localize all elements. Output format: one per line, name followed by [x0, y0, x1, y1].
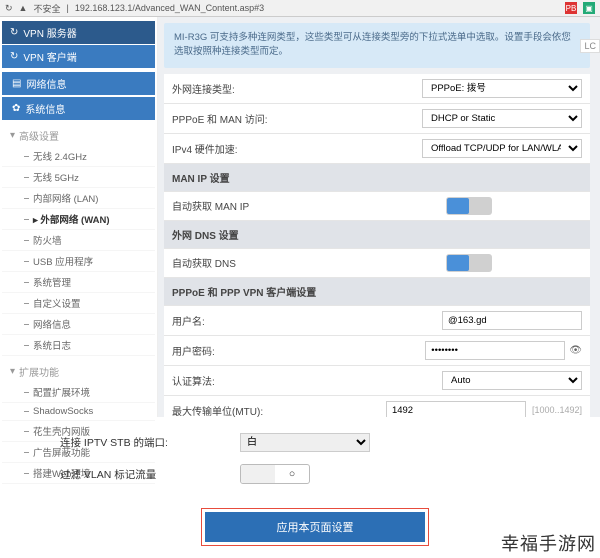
chevron-down-icon: ▾ — [10, 366, 15, 377]
content-panel: LC MI-R3G 可支持多种连网类型，这些类型可从连接类型旁的下拉式选单中选取… — [158, 17, 600, 417]
dash-icon — [24, 452, 29, 453]
row-auth: 认证算法: Auto — [164, 366, 590, 396]
chevron-down-icon: ▾ — [10, 130, 15, 141]
dash-icon — [24, 431, 29, 432]
select-ipv4[interactable]: Offload TCP/UDP for LAN/WLAN — [422, 139, 582, 158]
dash-icon — [24, 324, 29, 325]
dash-icon — [24, 219, 29, 220]
label-auto-man: 自动获取 MAN IP — [172, 198, 332, 213]
header-dns: 外网 DNS 设置 — [164, 221, 590, 249]
row-auto-dns: 自动获取 DNS — [164, 249, 590, 278]
ext-item-1[interactable]: ShadowSocks — [2, 403, 155, 421]
eye-icon[interactable]: 👁 — [569, 345, 582, 356]
sidebar-item-8[interactable]: 网络信息 — [2, 314, 155, 335]
label-auto-dns: 自动获取 DNS — [172, 255, 332, 270]
gear-icon: ✿ — [12, 103, 20, 114]
senior-items: 无线 2.4GHz无线 5GHz内部网络 (LAN)▸ 外部网络 (WAN)防火… — [0, 146, 157, 356]
row-pppoe-man: PPPoE 和 MAN 访问: DHCP or Static — [164, 104, 590, 134]
refresh-icon[interactable]: ↻ — [5, 3, 13, 14]
row-ipv4: IPv4 硬件加速: Offload TCP/UDP for LAN/WLAN — [164, 134, 590, 164]
arrow-icon: ↻ — [10, 27, 18, 38]
row-conn-type: 外网连接类型: PPPoE: 拨号 — [164, 74, 590, 104]
sidebar-item-0[interactable]: 无线 2.4GHz — [2, 146, 155, 167]
label-pppoe-man: PPPoE 和 MAN 访问: — [172, 111, 332, 126]
toggle-auto-man[interactable] — [446, 197, 492, 215]
sidebar-item-2[interactable]: 内部网络 (LAN) — [2, 188, 155, 209]
sidebar-item-5[interactable]: USB 应用程序 — [2, 251, 155, 272]
sidebar: ↻VPN 服务器 ↻VPN 客户端 ▤网络信息 ✿系统信息 ▾高级设置 无线 2… — [0, 17, 158, 417]
apply-button[interactable]: 应用本页面设置 — [205, 512, 425, 542]
header-man-ip: MAN IP 设置 — [164, 164, 590, 192]
dash-icon — [24, 261, 29, 262]
sidebar-item-4[interactable]: 防火墙 — [2, 230, 155, 251]
sidebar-item-6[interactable]: 系统管理 — [2, 272, 155, 293]
label-mtu: 最大传输单位(MTU): — [172, 403, 332, 418]
row-auto-man: 自动获取 MAN IP — [164, 192, 590, 221]
vpn-client-tab[interactable]: ↻VPN 客户端 — [2, 45, 155, 68]
vpn-server-tab[interactable]: ↻VPN 服务器 — [2, 21, 155, 44]
hint-mtu: [1000..1492] — [532, 405, 582, 415]
row-username: 用户名: — [164, 306, 590, 336]
dash-icon — [24, 240, 29, 241]
input-username[interactable] — [442, 311, 582, 330]
nav-sys[interactable]: ✿系统信息 — [2, 97, 155, 120]
label-auth: 认证算法: — [172, 373, 332, 388]
label-iptv: 连接 IPTV STB 的端口: — [60, 435, 240, 450]
select-pppoe-man[interactable]: DHCP or Static — [422, 109, 582, 128]
ext-icon-2[interactable]: ▣ — [583, 2, 595, 14]
dash-icon — [24, 177, 29, 178]
section-senior: ▾高级设置 — [0, 123, 157, 146]
nav-net[interactable]: ▤网络信息 — [2, 72, 155, 95]
sidebar-item-1[interactable]: 无线 5GHz — [2, 167, 155, 188]
sidebar-item-7[interactable]: 自定义设置 — [2, 293, 155, 314]
info-banner: MI-R3G 可支持多种连网类型，这些类型可从连接类型旁的下拉式选单中选取。设置… — [164, 23, 590, 68]
select-auth[interactable]: Auto — [442, 371, 582, 390]
arrow-icon: ↻ — [10, 51, 18, 62]
section-ext: ▾扩展功能 — [0, 359, 157, 382]
label-pass: 用户密码: — [172, 343, 332, 358]
dash-icon — [24, 473, 29, 474]
row-mtu: 最大传输单位(MTU): [1000..1492] — [164, 396, 590, 418]
dash-icon — [24, 411, 29, 412]
lc-badge: LC — [580, 39, 600, 53]
select-iptv[interactable]: 白 — [240, 433, 370, 452]
dash-icon — [24, 303, 29, 304]
url-text[interactable]: 192.168.123.1/Advanced_WAN_Content.asp#3 — [75, 3, 559, 13]
input-password[interactable] — [425, 341, 565, 360]
input-mtu[interactable] — [386, 401, 526, 418]
sidebar-item-9[interactable]: 系统日志 — [2, 335, 155, 356]
label-conn: 外网连接类型: — [172, 81, 332, 96]
watermark: 幸福手游网 — [501, 530, 596, 556]
toggle-vlan[interactable]: ○ — [240, 464, 310, 484]
header-ppp: PPPoE 和 PPP VPN 客户端设置 — [164, 278, 590, 306]
address-bar: ↻ ▲ 不安全 | 192.168.123.1/Advanced_WAN_Con… — [0, 0, 600, 17]
list-icon: ▤ — [12, 78, 21, 89]
dash-icon — [24, 392, 29, 393]
dash-icon — [24, 156, 29, 157]
row-password: 用户密码: 👁 — [164, 336, 590, 366]
ext-icon-1[interactable]: PB — [565, 2, 577, 14]
sidebar-item-3[interactable]: ▸ 外部网络 (WAN) — [2, 209, 155, 230]
toggle-auto-dns[interactable] — [446, 254, 492, 272]
dash-icon — [24, 282, 29, 283]
dash-icon — [24, 198, 29, 199]
label-ipv4: IPv4 硬件加速: — [172, 141, 332, 156]
security-label: 不安全 — [33, 2, 60, 15]
label-vlan: 过滤 VLAN 标记流量 — [60, 467, 240, 482]
ext-item-0[interactable]: 配置扩展环境 — [2, 382, 155, 403]
label-user: 用户名: — [172, 313, 332, 328]
dash-icon — [24, 345, 29, 346]
select-conn-type[interactable]: PPPoE: 拨号 — [422, 79, 582, 98]
lock-icon: ▲ — [19, 3, 28, 13]
